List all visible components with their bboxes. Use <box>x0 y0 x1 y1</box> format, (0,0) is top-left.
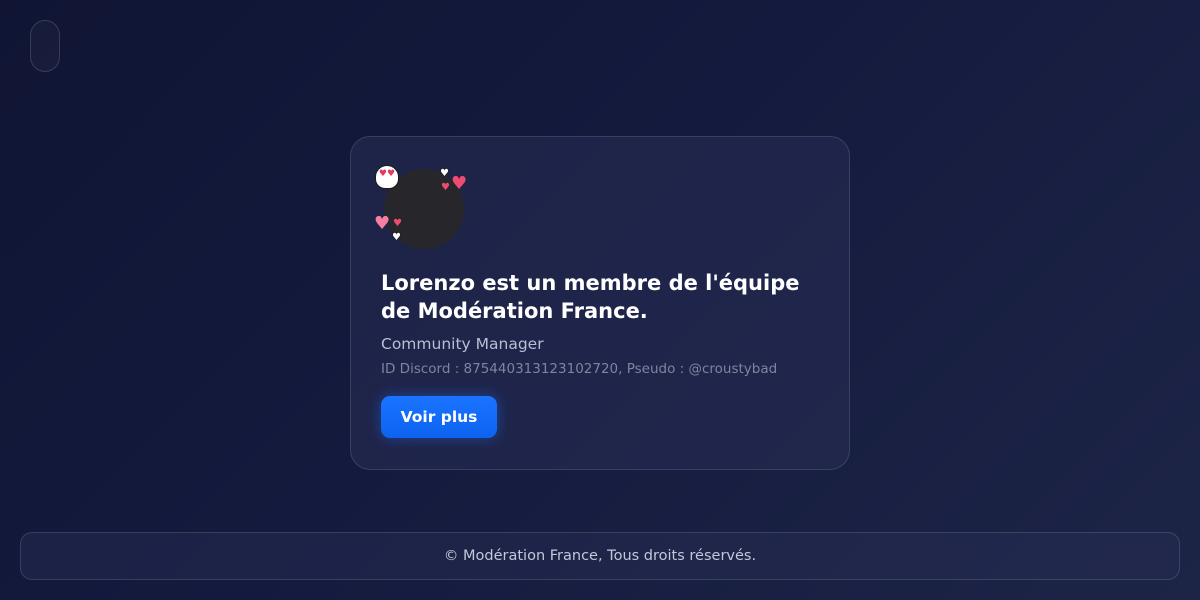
heart-icon: ♥ <box>440 168 449 179</box>
heart-icon: ♥ <box>374 213 391 234</box>
profile-card: ♥♥ ♥ ♥ ♥ ♥ ♥ ♥ Lorenzo est un membre de … <box>350 136 850 470</box>
heart-icon: ♥ <box>451 173 468 194</box>
menu-toggle[interactable] <box>30 20 60 72</box>
avatar-container: ♥♥ ♥ ♥ ♥ ♥ ♥ ♥ <box>374 165 477 251</box>
footer-copyright: © Modération France, Tous droits réservé… <box>443 548 757 564</box>
ghost-love-icon: ♥♥ <box>375 165 399 189</box>
member-role: Community Manager <box>381 335 544 353</box>
heart-icon: ♥ <box>393 218 402 229</box>
member-ids: ID Discord : 875440313123102720, Pseudo … <box>381 361 778 377</box>
heart-icon: ♥ <box>392 232 401 243</box>
member-title: Lorenzo est un membre de l'équipe de Mod… <box>381 271 800 323</box>
footer: © Modération France, Tous droits réservé… <box>20 532 1180 580</box>
heart-icon: ♥ <box>441 182 450 193</box>
voir-plus-button[interactable]: Voir plus <box>381 396 497 438</box>
